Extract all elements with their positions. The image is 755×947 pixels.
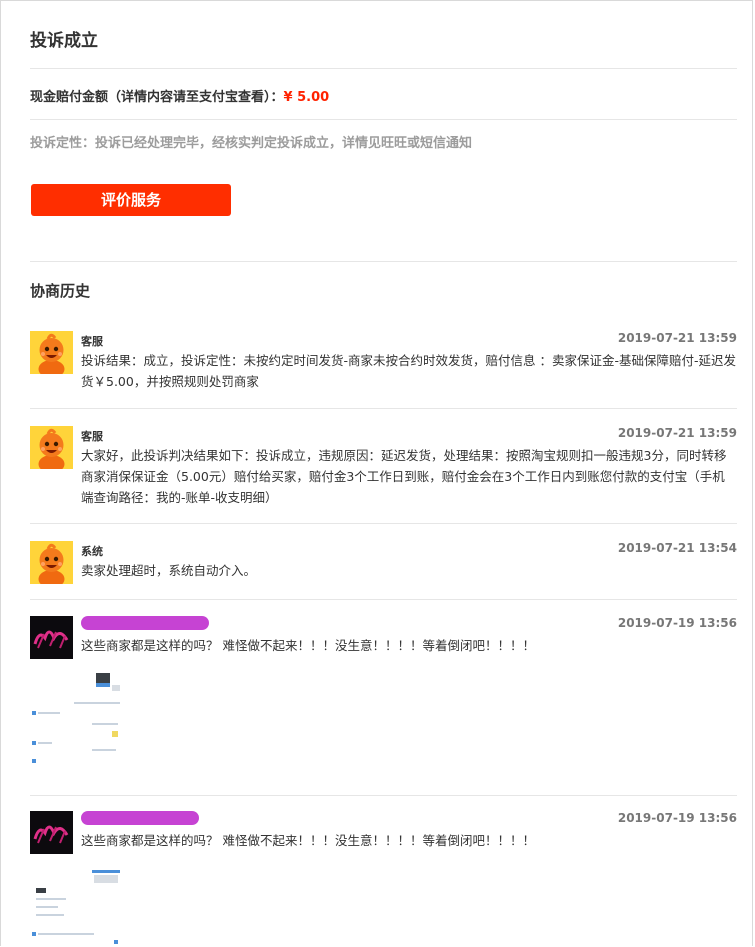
user-avatar-icon (30, 616, 73, 659)
orange-mascot-icon (30, 331, 73, 374)
history-title: 协商历史 (30, 282, 91, 300)
history-message: 客服 2019-07-21 13:59 大家好，此投诉判决结果如下：投诉成立，违… (30, 426, 737, 516)
compensation-amount: ¥ 5.00 (283, 90, 330, 105)
history-message: 系统 2019-07-21 13:54 卖家处理超时，系统自动介入。 (30, 541, 737, 591)
compensation-row: 现金赔付金额（详情内容请至支付宝查看）：¥ 5.00 (30, 86, 329, 105)
message-content: 这些商家都是这样的吗？ 难怪做不起来！！！没生意！！！！等着倒闭吧！！！！ (81, 638, 535, 653)
page-title: 投诉成立 (30, 31, 98, 51)
rate-service-button[interactable]: 评价服务 (31, 184, 231, 216)
divider (30, 68, 737, 69)
message-time: 2019-07-21 13:59 (617, 426, 737, 440)
message-content: 投诉结果：成立，投诉定性：未按约定时间发货-商家未按合约时效发货，赔付信息 ：卖… (81, 353, 737, 389)
message-content: 卖家处理超时，系统自动介入。 (81, 563, 257, 578)
user-avatar-icon (30, 811, 73, 854)
attachment-image[interactable] (30, 671, 140, 771)
message-time: 2019-07-21 13:59 (617, 331, 737, 345)
divider (30, 599, 737, 600)
history-message: 2019-07-19 13:56 这些商家都是这样的吗？ 难怪做不起来！！！没生… (30, 811, 737, 947)
message-content: 这些商家都是这样的吗？ 难怪做不起来！！！没生意！！！！等着倒闭吧！！！！ (81, 833, 535, 848)
divider (30, 408, 737, 409)
history-message: 2019-07-19 13:56 这些商家都是这样的吗？ 难怪做不起来！！！没生… (30, 616, 737, 776)
orange-mascot-icon (30, 541, 73, 584)
message-time: 2019-07-19 13:56 (617, 616, 737, 630)
sender-name: 客服 (81, 430, 103, 443)
message-time: 2019-07-21 13:54 (617, 541, 737, 555)
divider (30, 523, 737, 524)
divider (30, 261, 737, 262)
divider (30, 795, 737, 796)
message-content: 大家好，此投诉判决结果如下：投诉成立，违规原因：延迟发货，处理结果：按照淘宝规则… (81, 448, 727, 505)
sender-name: 客服 (81, 335, 103, 348)
redacted-username (81, 616, 209, 630)
sender-name: 系统 (81, 545, 103, 558)
verdict-text: 投诉定性：投诉已经处理完毕，经核实判定投诉成立，详情见旺旺或短信通知 (30, 136, 473, 151)
history-message: 客服 2019-07-21 13:59 投诉结果：成立，投诉定性：未按约定时间发… (30, 331, 737, 401)
attachment-image[interactable] (30, 866, 140, 947)
divider (30, 119, 737, 120)
orange-mascot-icon (30, 426, 73, 469)
message-time: 2019-07-19 13:56 (617, 811, 737, 825)
compensation-label: 现金赔付金额（详情内容请至支付宝查看）： (30, 90, 284, 105)
complaint-result-panel: 投诉成立 现金赔付金额（详情内容请至支付宝查看）：¥ 5.00 投诉定性：投诉已… (0, 0, 753, 947)
redacted-username (81, 811, 199, 825)
